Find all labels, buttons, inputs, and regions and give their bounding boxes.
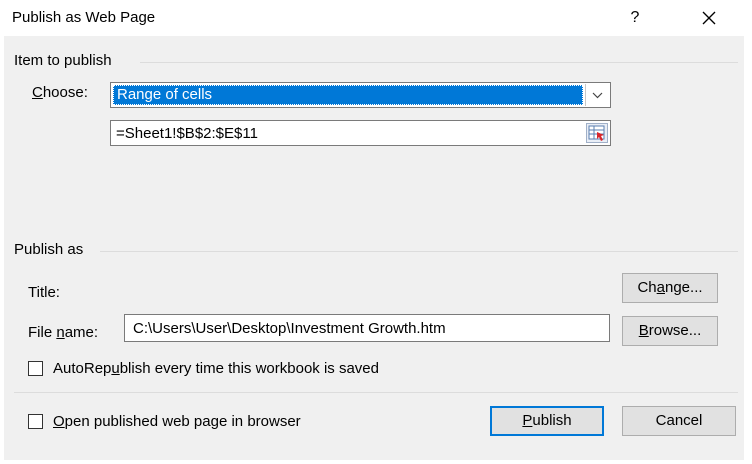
chevron-down-icon [592,92,603,99]
choose-selected-value: Range of cells [113,85,583,105]
dropdown-arrow-button[interactable] [585,84,609,106]
publish-button[interactable]: Publish [490,406,604,436]
range-reference-field[interactable]: =Sheet1!$B$2:$E$11 [110,120,611,146]
open-in-browser-label[interactable]: Open published web page in browser [53,413,301,430]
browse-button[interactable]: Browse... [622,316,718,346]
group-divider [100,251,738,252]
close-button[interactable] [686,2,732,34]
publish-as-heading: Publish as [14,241,84,258]
title-label: Title: [28,284,60,301]
group-divider [140,62,738,63]
collapse-dialog-button[interactable] [586,123,608,143]
title-bar: Publish as Web Page ? [0,0,752,36]
range-select-icon [588,125,605,141]
footer-divider [14,392,738,393]
file-name-label: File name: [28,324,99,341]
dialog-title: Publish as Web Page [12,9,156,26]
help-button[interactable]: ? [612,2,658,34]
cancel-button[interactable]: Cancel [622,406,736,436]
file-name-input[interactable]: C:\Users\User\Desktop\Investment Growth.… [124,314,610,342]
file-name-value: C:\Users\User\Desktop\Investment Growth.… [133,320,446,337]
open-in-browser-checkbox[interactable] [28,414,43,429]
choose-dropdown[interactable]: Range of cells [110,82,611,108]
dialog-body: Item to publish Choose: Range of cells =… [4,36,744,460]
item-to-publish-heading: Item to publish [14,52,112,69]
close-icon [702,11,716,25]
autorepublish-label[interactable]: AutoRepublish every time this workbook i… [53,360,379,377]
range-reference-value: =Sheet1!$B$2:$E$11 [116,125,258,142]
autorepublish-checkbox[interactable] [28,361,43,376]
help-icon: ? [630,9,640,26]
change-title-button[interactable]: Change... [622,273,718,303]
choose-label: Choose: [32,84,88,101]
